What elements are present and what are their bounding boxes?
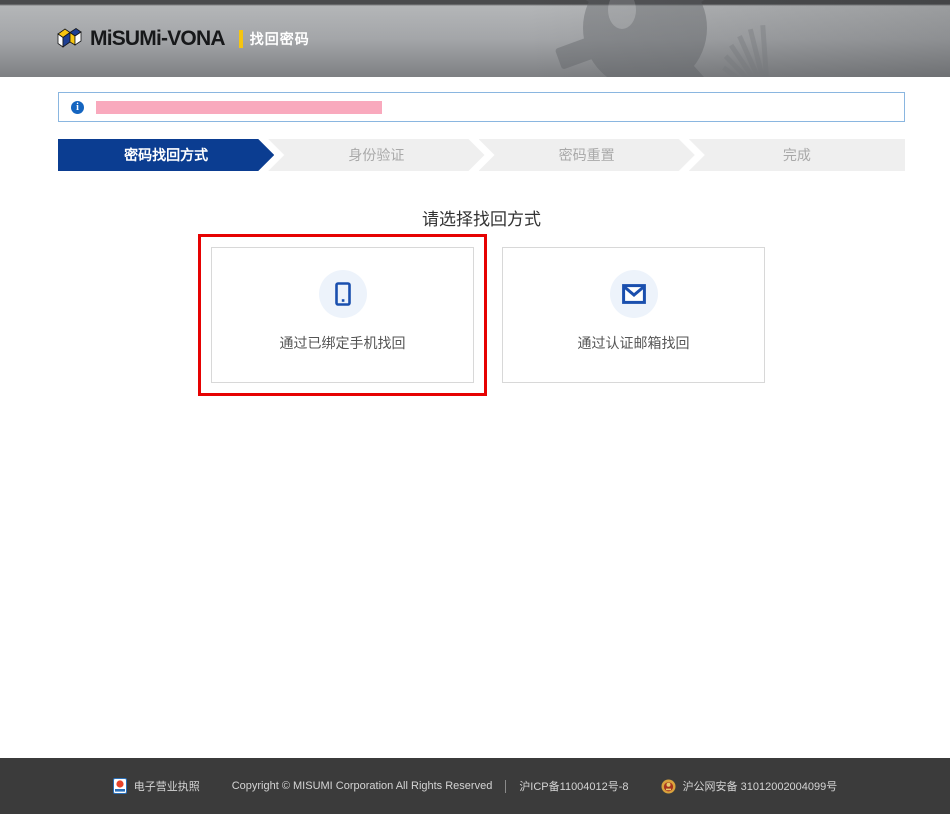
mail-icon-circle xyxy=(610,270,658,318)
misumi-cube-logo-icon xyxy=(57,27,83,51)
business-license-label: 电子营业执照 xyxy=(134,778,200,794)
info-icon: i xyxy=(71,101,84,114)
info-alert: i xyxy=(58,92,905,122)
icp-number-link[interactable]: 沪ICP备11004012号-8 xyxy=(519,778,628,794)
phone-icon xyxy=(332,281,354,307)
business-license-link[interactable]: 电子营业执照 xyxy=(113,778,200,794)
footer-divider xyxy=(505,780,506,793)
option-card-phone[interactable]: 通过已绑定手机找回 xyxy=(211,247,474,383)
step-password-reset: 密码重置 xyxy=(479,139,695,171)
police-badge-icon xyxy=(661,779,676,794)
step-progress-bar: 密码找回方式 身份验证 密码重置 完成 xyxy=(58,139,905,171)
step-identity-verification: 身份验证 xyxy=(268,139,484,171)
option-label-phone: 通过已绑定手机找回 xyxy=(280,333,406,353)
phone-icon-circle xyxy=(319,270,367,318)
page-title: 找回密码 xyxy=(250,29,310,49)
police-record-label: 沪公网安备 31012002004099号 xyxy=(683,778,838,794)
option-card-email[interactable]: 通过认证邮箱找回 xyxy=(502,247,765,383)
mail-icon xyxy=(622,284,646,304)
header: MiSUMi-VONA 找回密码 xyxy=(0,0,950,77)
redacted-text-bar xyxy=(96,101,382,114)
options-row: 通过已绑定手机找回 通过认证邮箱找回 xyxy=(58,234,905,396)
option-label-email: 通过认证邮箱找回 xyxy=(578,333,690,353)
misumi-vona-logo[interactable]: MiSUMi-VONA xyxy=(57,27,225,51)
yellow-divider-bar xyxy=(239,30,243,48)
content-column: i 密码找回方式 身份验证 密码重置 完成 请选择找回方式 xyxy=(58,92,905,396)
copyright-text: Copyright © MISUMI Corporation All Right… xyxy=(232,780,493,792)
password-recovery-page: MiSUMi-VONA 找回密码 i 密码找回方式 身份验证 密码重置 xyxy=(0,0,950,814)
police-record-link[interactable]: 沪公网安备 31012002004099号 xyxy=(661,778,838,794)
red-highlight-annotation: 通过已绑定手机找回 xyxy=(198,234,487,396)
footer: 电子营业执照 Copyright © MISUMI Corporation Al… xyxy=(0,758,950,814)
section-title: 请选择找回方式 xyxy=(58,208,905,232)
business-license-icon xyxy=(113,778,127,794)
step-label: 身份验证 xyxy=(348,145,404,165)
step-label: 密码重置 xyxy=(559,145,615,165)
logo-text: MiSUMi-VONA xyxy=(90,27,225,51)
step-label: 完成 xyxy=(783,145,811,165)
step-recovery-method: 密码找回方式 xyxy=(58,139,274,171)
step-complete: 完成 xyxy=(689,139,905,171)
step-label: 密码找回方式 xyxy=(124,145,208,165)
